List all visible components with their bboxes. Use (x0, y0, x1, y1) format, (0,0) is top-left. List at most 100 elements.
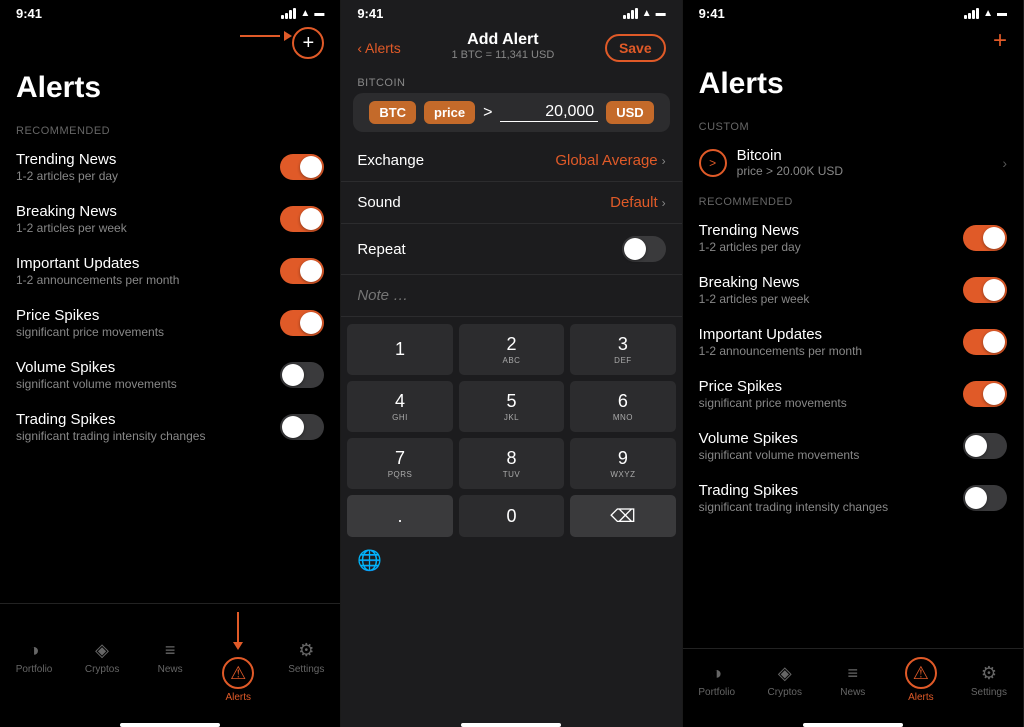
nav-alerts-right[interactable]: ⚠ Alerts (887, 657, 955, 703)
list-item: Trending News 1-2 articles per day (683, 212, 1023, 264)
news-icon: ≡ (165, 640, 176, 661)
settings-icon-right: ⚙ (981, 663, 997, 684)
key-delete[interactable]: ⌫ (570, 495, 675, 537)
toggle-breaking-news-left[interactable] (280, 206, 324, 232)
list-item: Important Updates 1-2 announcements per … (0, 245, 340, 297)
toggle-important-updates-left[interactable] (280, 258, 324, 284)
toggle-trading-spikes-right[interactable] (963, 485, 1007, 511)
condition-value-input[interactable]: 20,000 (500, 103, 598, 122)
list-item: Trending News 1-2 articles per day (0, 141, 340, 193)
right-header: + (683, 23, 1023, 63)
list-item: Volume Spikes significant volume movemen… (683, 420, 1023, 472)
coin-label: BITCOIN (341, 69, 681, 93)
home-indicator-right (803, 723, 903, 727)
left-header: + (0, 23, 340, 67)
nav-news-right[interactable]: ≡ News (819, 663, 887, 698)
status-icons-middle: ▲ ▬ (623, 8, 666, 19)
key-0[interactable]: 0 (459, 495, 564, 537)
key-2[interactable]: 2 ABC (459, 324, 564, 375)
nav-cryptos-left[interactable]: ◈ Cryptos (68, 640, 136, 675)
nav-cryptos-right[interactable]: ◈ Cryptos (751, 663, 819, 698)
list-item: Breaking News 1-2 articles per week (683, 264, 1023, 316)
nav-portfolio-right[interactable]: ◑ Portfolio (683, 663, 751, 698)
repeat-toggle[interactable] (622, 236, 666, 262)
key-decimal[interactable]: . (347, 495, 452, 537)
alerts-icon-right: ⚠ (913, 663, 929, 684)
toggle-volume-spikes-left[interactable] (280, 362, 324, 388)
signal-bars-right (964, 8, 979, 19)
exchange-row[interactable]: Exchange Global Average › (341, 140, 681, 182)
left-panel: 9:41 ▲ ▬ + Alerts RECOMMENDED Trending N… (0, 0, 341, 727)
battery-icon-right: ▬ (997, 8, 1007, 19)
keyboard-row-4: . 0 ⌫ (341, 492, 681, 540)
condition-currency[interactable]: USD (606, 101, 653, 124)
toggle-trending-news-left[interactable] (280, 154, 324, 180)
time-middle: 9:41 (357, 6, 383, 21)
nav-label: News (840, 687, 865, 698)
key-8[interactable]: 8 TUV (459, 438, 564, 489)
time-left: 9:41 (16, 6, 42, 21)
sound-chevron-icon: › (662, 196, 666, 210)
nav-label: Settings (288, 664, 324, 675)
section-recommended-left: RECOMMENDED (0, 117, 340, 141)
arrow-indicator (240, 31, 292, 41)
nav-label: Cryptos (768, 687, 802, 698)
list-item: Volume Spikes significant volume movemen… (0, 349, 340, 401)
nav-news-left[interactable]: ≡ News (136, 640, 204, 675)
globe-icon[interactable]: 🌐 (357, 548, 382, 573)
key-5[interactable]: 5 JKL (459, 381, 564, 432)
toggle-price-spikes-right[interactable] (963, 381, 1007, 407)
exchange-chevron-icon: › (662, 154, 666, 168)
nav-label: Alerts (225, 692, 251, 703)
nav-settings-left[interactable]: ⚙ Settings (272, 640, 340, 675)
key-3[interactable]: 3 DEF (570, 324, 675, 375)
bottom-nav-left: ◑ Portfolio ◈ Cryptos ≡ News ⚠ Alerts (0, 603, 340, 719)
battery-icon-mid: ▬ (656, 8, 666, 19)
wifi-icon: ▲ (300, 8, 310, 19)
wifi-icon-right: ▲ (983, 8, 993, 19)
toggle-trading-spikes-left[interactable] (280, 414, 324, 440)
key-4[interactable]: 4 GHI (347, 381, 452, 432)
toggle-trending-news-right[interactable] (963, 225, 1007, 251)
middle-panel: 9:41 ▲ ▬ ‹ Alerts Add Alert 1 BTC = 11,3… (341, 0, 682, 727)
condition-row: BTC price > 20,000 USD (353, 93, 669, 132)
keyboard: 1 2 ABC 3 DEF 4 GHI 5 JKL 6 MNO (341, 317, 681, 719)
key-6[interactable]: 6 MNO (570, 381, 675, 432)
alerts-icon: ⚠ (230, 663, 246, 684)
exchange-value: Global Average › (555, 152, 665, 169)
custom-alert-icon: > (699, 149, 727, 177)
add-alert-button[interactable]: + (292, 27, 324, 59)
list-item: Trading Spikes significant trading inten… (683, 472, 1023, 524)
repeat-row: Repeat (341, 224, 681, 275)
back-button[interactable]: ‹ Alerts (357, 40, 400, 56)
toggle-important-updates-right[interactable] (963, 329, 1007, 355)
nav-alerts-left[interactable]: ⚠ Alerts (204, 612, 272, 703)
keyboard-row-3: 7 PQRS 8 TUV 9 WXYZ (341, 435, 681, 492)
key-1[interactable]: 1 (347, 324, 452, 375)
status-bar-middle: 9:41 ▲ ▬ (341, 0, 681, 23)
keyboard-row-1: 1 2 ABC 3 DEF (341, 321, 681, 378)
custom-alert-item[interactable]: > Bitcoin price > 20.00K USD › (683, 137, 1023, 188)
note-input[interactable] (341, 275, 681, 316)
toggle-breaking-news-right[interactable] (963, 277, 1007, 303)
cryptos-icon-right: ◈ (778, 663, 792, 684)
condition-tag-price[interactable]: price (424, 101, 475, 124)
condition-operator: > (483, 104, 492, 122)
toggle-price-spikes-left[interactable] (280, 310, 324, 336)
section-custom-right: CUSTOM (683, 113, 1023, 137)
home-indicator (120, 723, 220, 727)
nav-settings-right[interactable]: ⚙ Settings (955, 663, 1023, 698)
sound-row[interactable]: Sound Default › (341, 182, 681, 224)
status-icons-right: ▲ ▬ (964, 8, 1007, 19)
key-7[interactable]: 7 PQRS (347, 438, 452, 489)
battery-icon: ▬ (314, 8, 324, 19)
time-right: 9:41 (699, 6, 725, 21)
key-9[interactable]: 9 WXYZ (570, 438, 675, 489)
add-alert-right-button[interactable]: + (993, 27, 1007, 55)
condition-tag-btc[interactable]: BTC (369, 101, 416, 124)
save-button[interactable]: Save (605, 34, 666, 62)
exchange-label: Exchange (357, 152, 424, 169)
toggle-volume-spikes-right[interactable] (963, 433, 1007, 459)
signal-bars (281, 8, 296, 19)
nav-portfolio-left[interactable]: ◑ Portfolio (0, 640, 68, 675)
